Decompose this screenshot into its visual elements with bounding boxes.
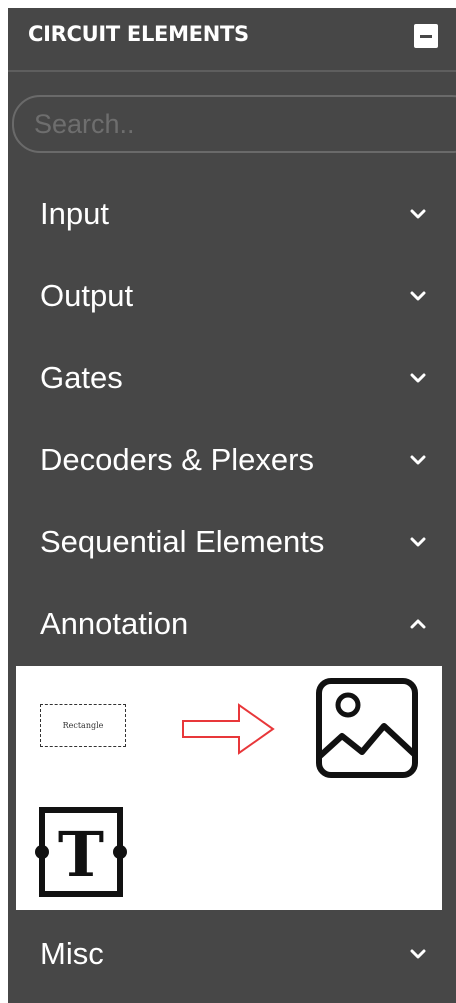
text-glyph: T (58, 818, 104, 891)
chevron-down-icon (410, 949, 426, 959)
circuit-elements-panel: CIRCUIT ELEMENTS Input Output Gates Deco… (8, 8, 456, 1003)
rectangle-label: Rectangle (62, 721, 104, 730)
annotation-elements-panel: Rectangle T (16, 666, 442, 910)
minimize-icon[interactable] (414, 24, 438, 48)
category-decoders-plexers[interactable]: Decoders & Plexers (8, 419, 456, 501)
text-icon[interactable]: T (30, 806, 132, 898)
category-output[interactable]: Output (8, 255, 456, 337)
chevron-down-icon (410, 455, 426, 465)
chevron-down-icon (410, 537, 426, 547)
category-sequential-elements[interactable]: Sequential Elements (8, 501, 456, 583)
chevron-down-icon (410, 373, 426, 383)
category-misc[interactable]: Misc (8, 913, 456, 995)
panel-header: CIRCUIT ELEMENTS (8, 8, 456, 72)
category-label: Sequential Elements (40, 524, 325, 559)
category-label: Misc (40, 936, 104, 971)
category-gates[interactable]: Gates (8, 337, 456, 419)
category-annotation[interactable]: Annotation (8, 583, 456, 665)
category-input[interactable]: Input (8, 173, 456, 255)
category-label: Decoders & Plexers (40, 442, 314, 477)
category-label: Input (40, 196, 109, 231)
category-label: Gates (40, 360, 123, 395)
arrow-icon[interactable] (181, 701, 277, 757)
image-icon[interactable] (314, 676, 420, 780)
chevron-down-icon (410, 209, 426, 219)
chevron-down-icon (410, 291, 426, 301)
rectangle-icon[interactable]: Rectangle (40, 704, 126, 747)
search-input[interactable] (12, 95, 456, 153)
panel-title: CIRCUIT ELEMENTS (28, 22, 249, 46)
category-label: Output (40, 278, 134, 313)
category-label: Annotation (40, 606, 189, 641)
chevron-up-icon (410, 619, 426, 629)
